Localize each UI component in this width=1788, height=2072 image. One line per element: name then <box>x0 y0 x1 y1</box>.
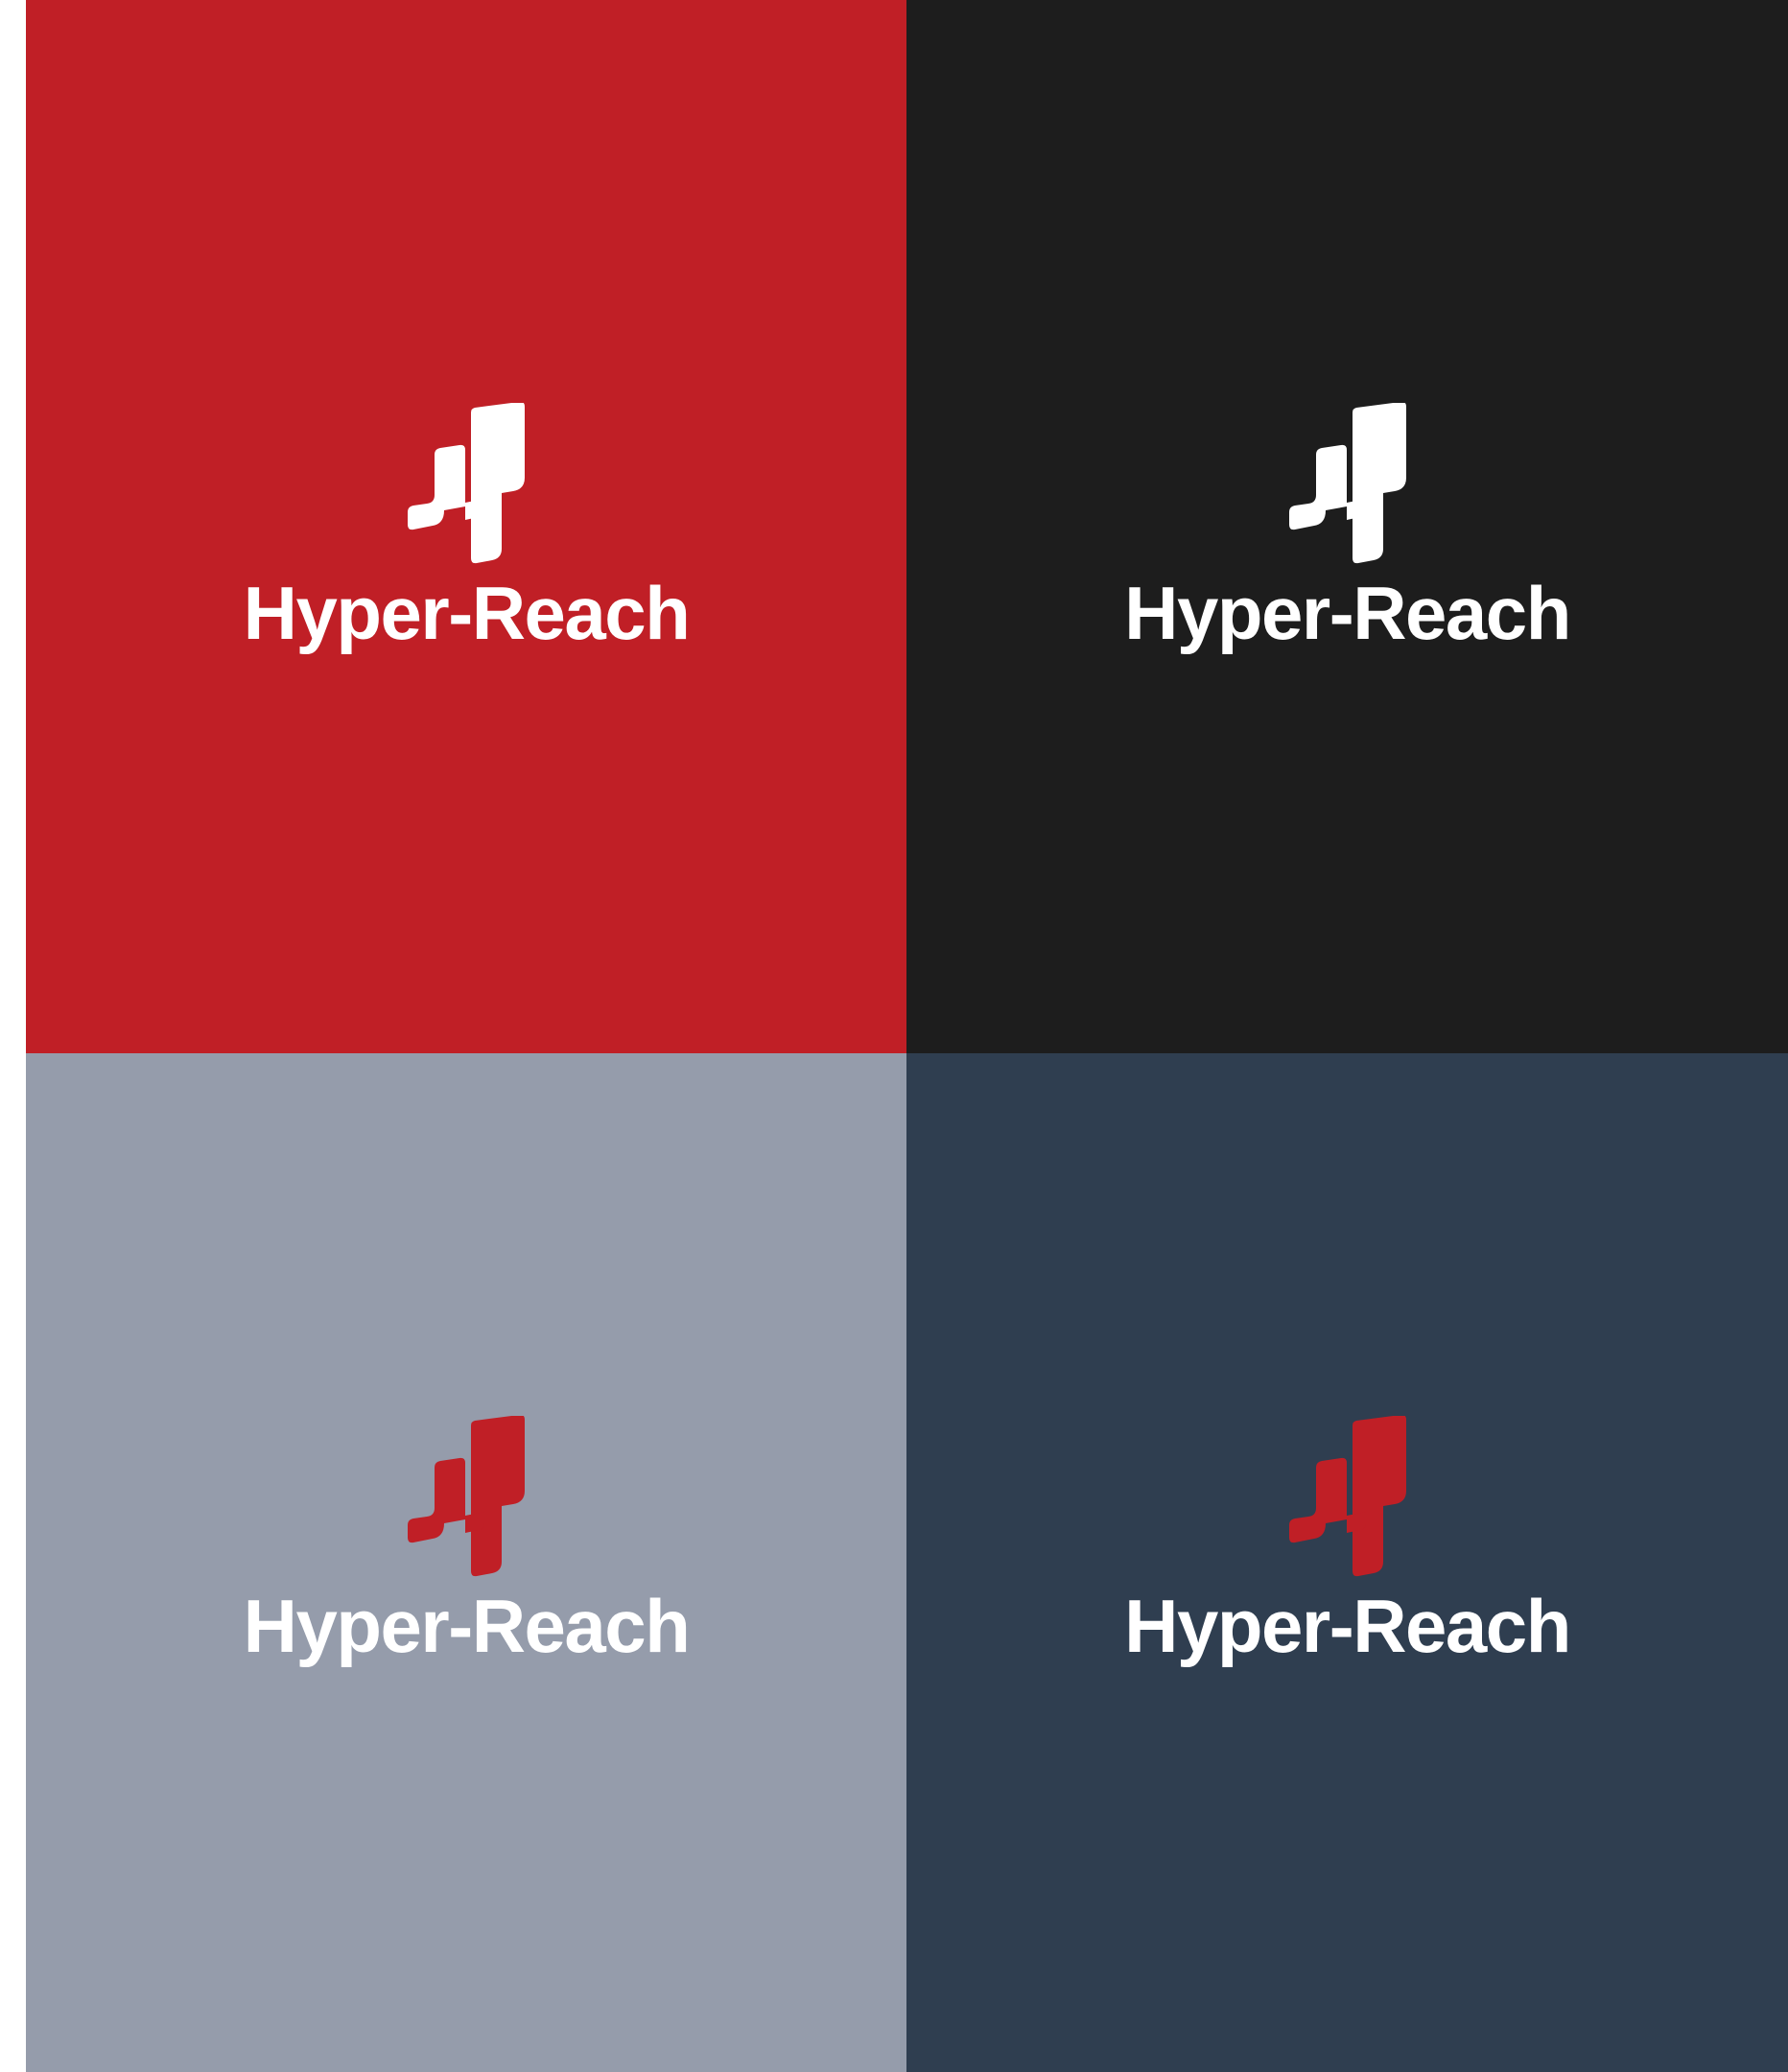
hyper-reach-logo-mark-icon <box>408 1416 525 1577</box>
brand-wordmark: Hyper-Reach <box>243 571 691 655</box>
brand-wordmark: Hyper-Reach <box>1124 1584 1571 1668</box>
logo-lockup: Hyper-Reach <box>26 403 906 650</box>
brand-wordmark: Hyper-Reach <box>243 1584 691 1668</box>
logo-lockup: Hyper-Reach <box>906 1416 1788 1663</box>
logo-panel-red: Hyper-Reach <box>26 0 906 1053</box>
logo-panel-gray: Hyper-Reach <box>26 1053 906 2072</box>
logo-panel-black: Hyper-Reach <box>906 0 1788 1053</box>
logo-lockup: Hyper-Reach <box>906 403 1788 650</box>
hyper-reach-logo-mark-icon <box>408 403 525 564</box>
logo-variants-grid: Hyper-Reach Hyper-Reach Hyper-Reach Hype… <box>26 0 1788 2072</box>
brand-wordmark: Hyper-Reach <box>1124 571 1571 655</box>
logo-panel-navy: Hyper-Reach <box>906 1053 1788 2072</box>
hyper-reach-logo-mark-icon <box>1288 403 1406 564</box>
hyper-reach-logo-mark-icon <box>1288 1416 1406 1577</box>
logo-lockup: Hyper-Reach <box>26 1416 906 1663</box>
